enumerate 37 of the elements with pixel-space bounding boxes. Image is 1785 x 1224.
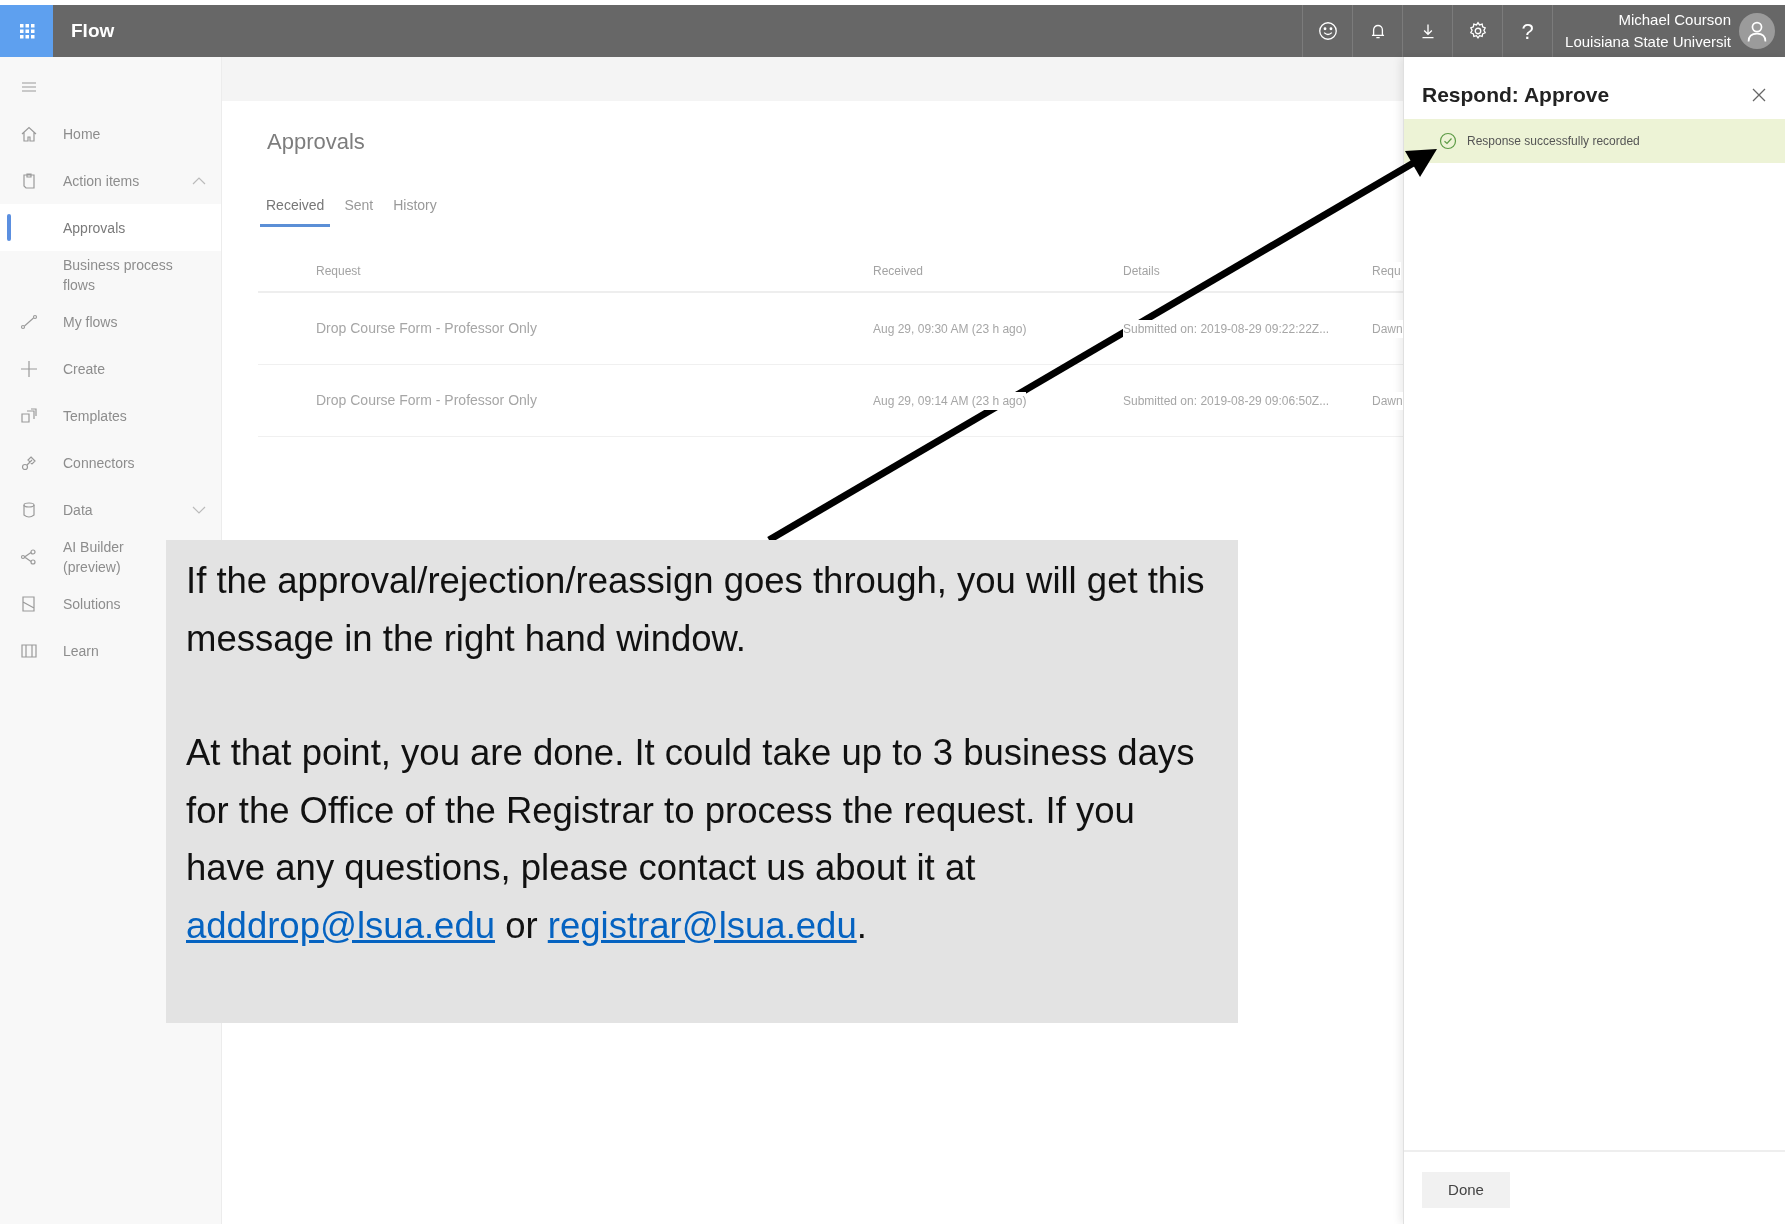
app-launcher-button[interactable] (0, 5, 53, 57)
table-cell: Aug 29, 09:14 AM (23 h ago) (873, 391, 1027, 410)
success-message: Response successfully recorded (1467, 132, 1640, 150)
done-button[interactable]: Done (1422, 1172, 1510, 1208)
sidebar-item[interactable]: Home (0, 110, 105, 157)
sidebar-item[interactable]: Create (0, 345, 110, 392)
sidebar-item[interactable]: Connectors (0, 439, 139, 486)
email-link[interactable]: adddrop@lsua.edu (186, 904, 495, 946)
tab[interactable]: Received (260, 191, 331, 228)
tab[interactable]: Sent (338, 191, 380, 228)
sidebar-item[interactable]: Solutions (0, 580, 125, 627)
organization-name: Louisiana State Universit (1565, 32, 1731, 52)
nodes-icon (19, 546, 39, 567)
email-link[interactable]: registrar@lsua.edu (547, 904, 857, 946)
sidebar-item[interactable]: My flows (0, 298, 122, 345)
sidebar-item[interactable]: Data (0, 486, 221, 533)
plus-icon (19, 358, 39, 379)
avatar[interactable] (1739, 13, 1775, 49)
sidebar-item[interactable]: AI Builder (preview) (0, 533, 157, 580)
sidebar-item[interactable]: Approvals (0, 204, 221, 251)
sidebar-item[interactable]: Learn (0, 627, 103, 674)
sidebar-item[interactable]: Templates (0, 392, 131, 439)
templates-icon (19, 405, 39, 426)
sidebar-item[interactable]: Action items (0, 157, 221, 204)
panel-title: Respond: Approve (1422, 82, 1610, 108)
page-title: Approvals (267, 129, 366, 156)
user-name: Michael Courson (1617, 10, 1731, 30)
close-button[interactable] (1751, 86, 1767, 103)
table-cell: Submitted on: 2019-08-29 09:22:22Z... (1123, 319, 1330, 338)
callout-paragraph: If the approval/rejection/reassign goes through, you will get this message in the right hand window. (186, 559, 1206, 661)
sidebar-item[interactable]: Business process flows (0, 251, 221, 298)
smiley-icon (1316, 20, 1339, 42)
callout-paragraph: At that point, you are done. It could take up to 3 business days for the Office of the Registrar to process the request. If you have any questions, please contact us about it at adddrop@lsua.edu or registrar@lsua.edu. (186, 731, 1196, 948)
tab[interactable]: History (387, 191, 443, 228)
close-icon (1751, 86, 1767, 103)
app-title: Flow (71, 18, 115, 43)
check-circle-icon (1439, 131, 1457, 150)
